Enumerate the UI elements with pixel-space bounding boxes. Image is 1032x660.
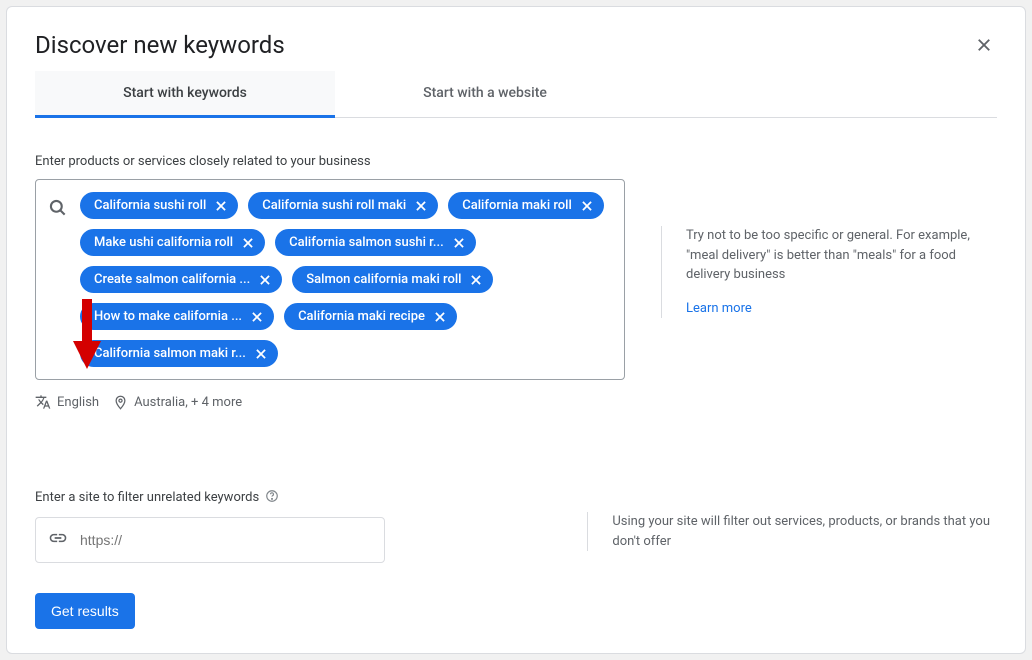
keyword-row: Enter products or services closely relat… xyxy=(35,154,997,410)
tab-keywords[interactable]: Start with keywords xyxy=(35,71,335,118)
chip-remove-icon[interactable] xyxy=(241,236,255,250)
keyword-chip[interactable]: California salmon sushi r... xyxy=(275,229,476,256)
site-url-input[interactable] xyxy=(80,532,372,548)
chip-label: Create salmon california ... xyxy=(94,272,250,287)
chip-label: Make ushi california roll xyxy=(94,235,233,250)
chip-label: California maki recipe xyxy=(298,309,425,324)
page-title: Discover new keywords xyxy=(35,31,285,59)
keyword-chip[interactable]: California sushi roll xyxy=(80,192,238,219)
keyword-chip[interactable]: How to make california ... xyxy=(80,303,274,330)
site-left: Enter a site to filter unrelated keyword… xyxy=(35,488,551,563)
location-pin-icon xyxy=(113,395,128,410)
chips-container: California sushi roll California sushi ro… xyxy=(80,192,612,367)
hint-box: Try not to be too specific or general. F… xyxy=(661,226,997,318)
site-field-label: Enter a site to filter unrelated keyword… xyxy=(35,490,259,505)
chip-label: California sushi roll xyxy=(94,198,206,213)
keyword-left: Enter products or services closely relat… xyxy=(35,154,625,410)
chip-remove-icon[interactable] xyxy=(254,347,268,361)
site-hint-box: Using your site will filter out services… xyxy=(587,512,997,551)
keyword-chip[interactable]: Make ushi california roll xyxy=(80,229,265,256)
chip-remove-icon[interactable] xyxy=(250,310,264,324)
keyword-chip[interactable]: Salmon california maki roll xyxy=(292,266,493,293)
keyword-chip[interactable]: California maki recipe xyxy=(284,303,457,330)
chip-remove-icon[interactable] xyxy=(580,199,594,213)
location-selector[interactable]: Australia, + 4 more xyxy=(113,395,242,410)
help-icon[interactable] xyxy=(265,488,279,507)
locale-row: English Australia, + 4 more xyxy=(35,394,625,410)
chip-remove-icon[interactable] xyxy=(452,236,466,250)
close-button[interactable] xyxy=(971,31,997,63)
language-label: English xyxy=(57,395,99,410)
location-label: Australia, + 4 more xyxy=(134,395,242,410)
close-icon xyxy=(975,36,993,54)
keyword-chip[interactable]: California sushi roll maki xyxy=(248,192,438,219)
keyword-chip[interactable]: California salmon maki r... xyxy=(80,340,278,367)
chip-remove-icon[interactable] xyxy=(469,273,483,287)
chip-label: California salmon maki r... xyxy=(94,346,246,361)
chip-label: California sushi roll maki xyxy=(262,198,406,213)
chip-remove-icon[interactable] xyxy=(258,273,272,287)
site-label-row: Enter a site to filter unrelated keyword… xyxy=(35,488,551,507)
get-results-button[interactable]: Get results xyxy=(35,593,135,629)
search-icon xyxy=(48,198,68,222)
keyword-input-box[interactable]: California sushi roll California sushi ro… xyxy=(35,179,625,380)
language-selector[interactable]: English xyxy=(35,394,99,410)
header-row: Discover new keywords xyxy=(35,31,997,71)
chip-remove-icon[interactable] xyxy=(433,310,447,324)
hint-text: Try not to be too specific or general. F… xyxy=(686,226,997,285)
chip-label: Salmon california maki roll xyxy=(306,272,461,287)
keyword-chip[interactable]: California maki roll xyxy=(448,192,604,219)
keyword-field-label: Enter products or services closely relat… xyxy=(35,154,625,169)
site-hint-text: Using your site will filter out services… xyxy=(612,512,997,551)
keyword-chip[interactable]: Create salmon california ... xyxy=(80,266,282,293)
chip-label: How to make california ... xyxy=(94,309,242,324)
site-input-box[interactable] xyxy=(35,517,385,563)
tab-website[interactable]: Start with a website xyxy=(335,71,635,117)
tabs: Start with keywords Start with a website xyxy=(35,71,997,118)
chip-label: California salmon sushi r... xyxy=(289,235,444,250)
chip-remove-icon[interactable] xyxy=(214,199,228,213)
chip-label: California maki roll xyxy=(462,198,572,213)
site-section: Enter a site to filter unrelated keyword… xyxy=(35,488,997,563)
keyword-hint: Try not to be too specific or general. F… xyxy=(661,154,997,318)
translate-icon xyxy=(35,394,51,410)
link-icon xyxy=(48,528,68,552)
dialog-card: Discover new keywords Start with keyword… xyxy=(6,6,1026,654)
learn-more-link[interactable]: Learn more xyxy=(686,299,752,319)
chip-remove-icon[interactable] xyxy=(414,199,428,213)
